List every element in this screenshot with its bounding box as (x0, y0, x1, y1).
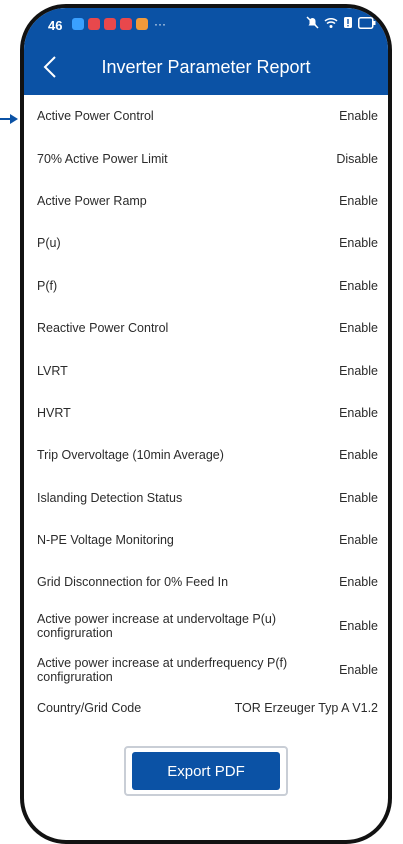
parameter-label: 70% Active Power Limit (37, 151, 168, 166)
mute-icon (306, 16, 319, 29)
parameter-value: Disable (336, 151, 378, 166)
parameter-row: P(u) Enable (24, 222, 388, 264)
notification-app-icon (88, 18, 100, 30)
parameter-label: Active Power Control (37, 109, 154, 124)
parameter-label: Active power increase at underfrequency … (37, 655, 288, 684)
parameter-label: Active power increase at undervoltage P(… (37, 611, 277, 640)
export-pdf-button[interactable]: Export PDF (132, 752, 280, 790)
parameter-row: Active Power Ramp Enable (24, 180, 388, 222)
parameter-label: HVRT (37, 405, 71, 420)
parameter-label: Grid Disconnection for 0% Feed In (37, 575, 229, 590)
parameter-row: Reactive Power Control Enable (24, 307, 388, 349)
page-title: Inverter Parameter Report (101, 57, 311, 77)
parameter-row: 70% Active Power Limit Disable (24, 137, 388, 179)
parameter-row: Trip Overvoltage (10min Average) Enable (24, 434, 388, 476)
parameter-label: P(f) (37, 278, 58, 293)
parameter-row: HVRT Enable (24, 392, 388, 434)
parameter-row: Active Power Control Enable (24, 95, 388, 137)
parameter-value: Enable (339, 405, 378, 420)
parameter-label: Active Power Ramp (37, 193, 147, 208)
notification-app-icon (72, 18, 84, 30)
sim-icon (344, 17, 352, 28)
parameter-row: Active power increase at undervoltage P(… (24, 604, 388, 648)
notification-app-icon (104, 18, 116, 30)
country-grid-code-value: TOR Erzeuger Typ A V1.2 (234, 701, 378, 715)
export-button-highlight: Export PDF (124, 746, 288, 796)
parameter-value: Enable (339, 618, 378, 633)
parameter-label: LVRT (37, 363, 68, 378)
parameter-label: Islanding Detection Status (37, 490, 183, 505)
notification-icons: ··· (72, 17, 166, 31)
parameter-value: Enable (339, 193, 378, 208)
parameter-row: Islanding Detection Status Enable (24, 477, 388, 519)
status-time: 46 (48, 18, 63, 33)
pointer-arrow-icon (0, 114, 18, 124)
country-grid-code-label: Country/Grid Code (37, 701, 142, 715)
country-grid-code-row: Country/Grid Code TOR Erzeuger Typ A V1.… (24, 701, 388, 715)
parameter-value: Enable (339, 236, 378, 251)
parameter-row: LVRT Enable (24, 349, 388, 391)
parameter-label: Trip Overvoltage (10min Average) (37, 448, 224, 463)
parameter-value: Enable (339, 490, 378, 505)
phone-frame: 46 ··· Inverter Parameter Report Active … (20, 4, 392, 844)
parameter-value: Enable (339, 533, 378, 548)
battery-icon (358, 16, 376, 29)
parameter-list: Active Power Control Enable 70% Active P… (24, 95, 388, 692)
parameter-value: Enable (339, 363, 378, 378)
parameter-value: Enable (339, 321, 378, 336)
parameter-value: Enable (339, 575, 378, 590)
parameter-row: N-PE Voltage Monitoring Enable (24, 519, 388, 561)
notification-more: ··· (154, 17, 166, 31)
notification-app-icon (120, 18, 132, 30)
parameter-label: P(u) (37, 236, 61, 251)
status-bar: 46 ··· (24, 8, 388, 40)
status-icons (306, 16, 376, 29)
parameter-value: Enable (339, 109, 378, 124)
parameter-value: Enable (339, 448, 378, 463)
parameter-label: N-PE Voltage Monitoring (37, 533, 174, 548)
parameter-value: Enable (339, 662, 378, 677)
parameter-label: Reactive Power Control (37, 321, 169, 336)
parameter-row: Active power increase at underfrequency … (24, 648, 388, 692)
parameter-row: P(f) Enable (24, 265, 388, 307)
app-header: Inverter Parameter Report (24, 40, 388, 95)
wifi-icon (324, 17, 338, 28)
notification-app-icon (136, 18, 148, 30)
parameter-value: Enable (339, 278, 378, 293)
parameter-row: Grid Disconnection for 0% Feed In Enable (24, 561, 388, 603)
